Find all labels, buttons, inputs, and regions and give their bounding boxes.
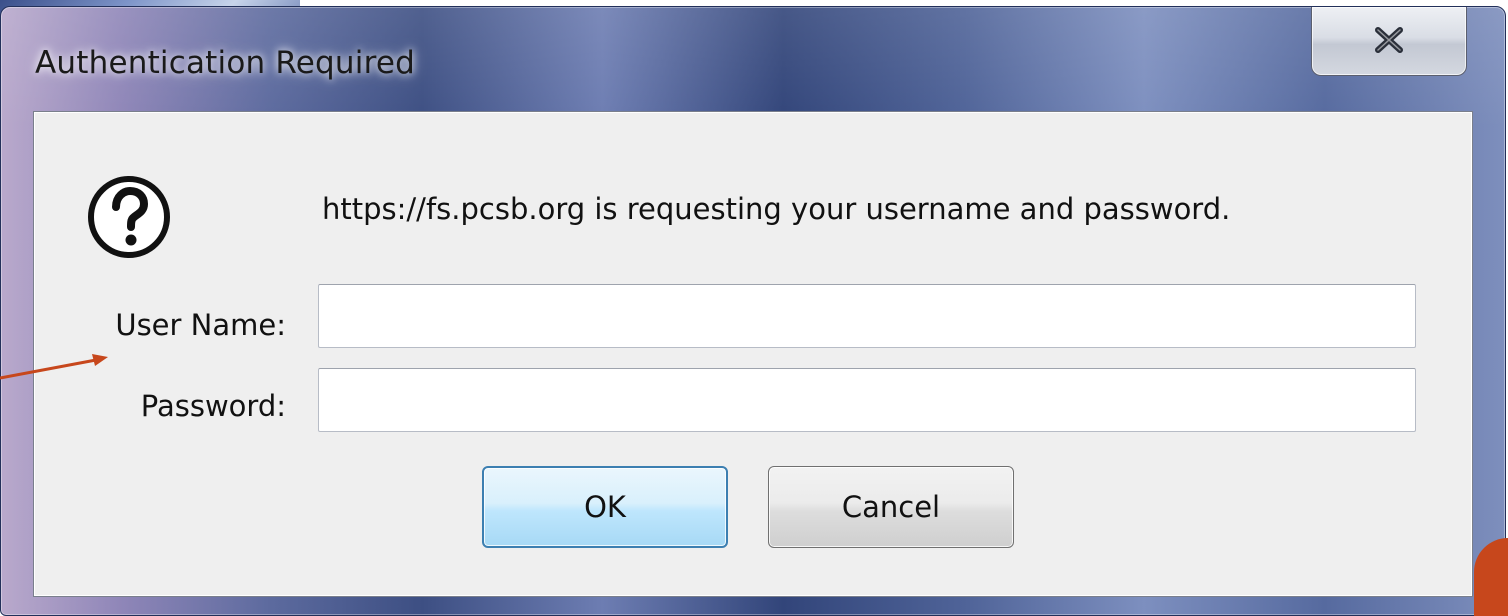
- screen: Authentication Required https://fs.pcsb.…: [0, 0, 1508, 616]
- close-icon: [1375, 27, 1403, 53]
- question-mark-icon: [88, 176, 170, 258]
- username-input[interactable]: [318, 284, 1416, 348]
- close-button[interactable]: [1311, 7, 1467, 76]
- ok-button[interactable]: OK: [482, 466, 728, 548]
- auth-dialog-window: Authentication Required https://fs.pcsb.…: [0, 6, 1506, 616]
- window-title: Authentication Required: [35, 45, 415, 81]
- auth-message: https://fs.pcsb.org is requesting your u…: [322, 192, 1231, 226]
- dialog-body: https://fs.pcsb.org is requesting your u…: [33, 111, 1473, 597]
- cancel-button[interactable]: Cancel: [768, 466, 1014, 548]
- password-label: Password:: [140, 389, 286, 423]
- title-bar[interactable]: Authentication Required: [1, 7, 1505, 111]
- password-input[interactable]: [318, 368, 1416, 432]
- username-label: User Name:: [115, 308, 286, 342]
